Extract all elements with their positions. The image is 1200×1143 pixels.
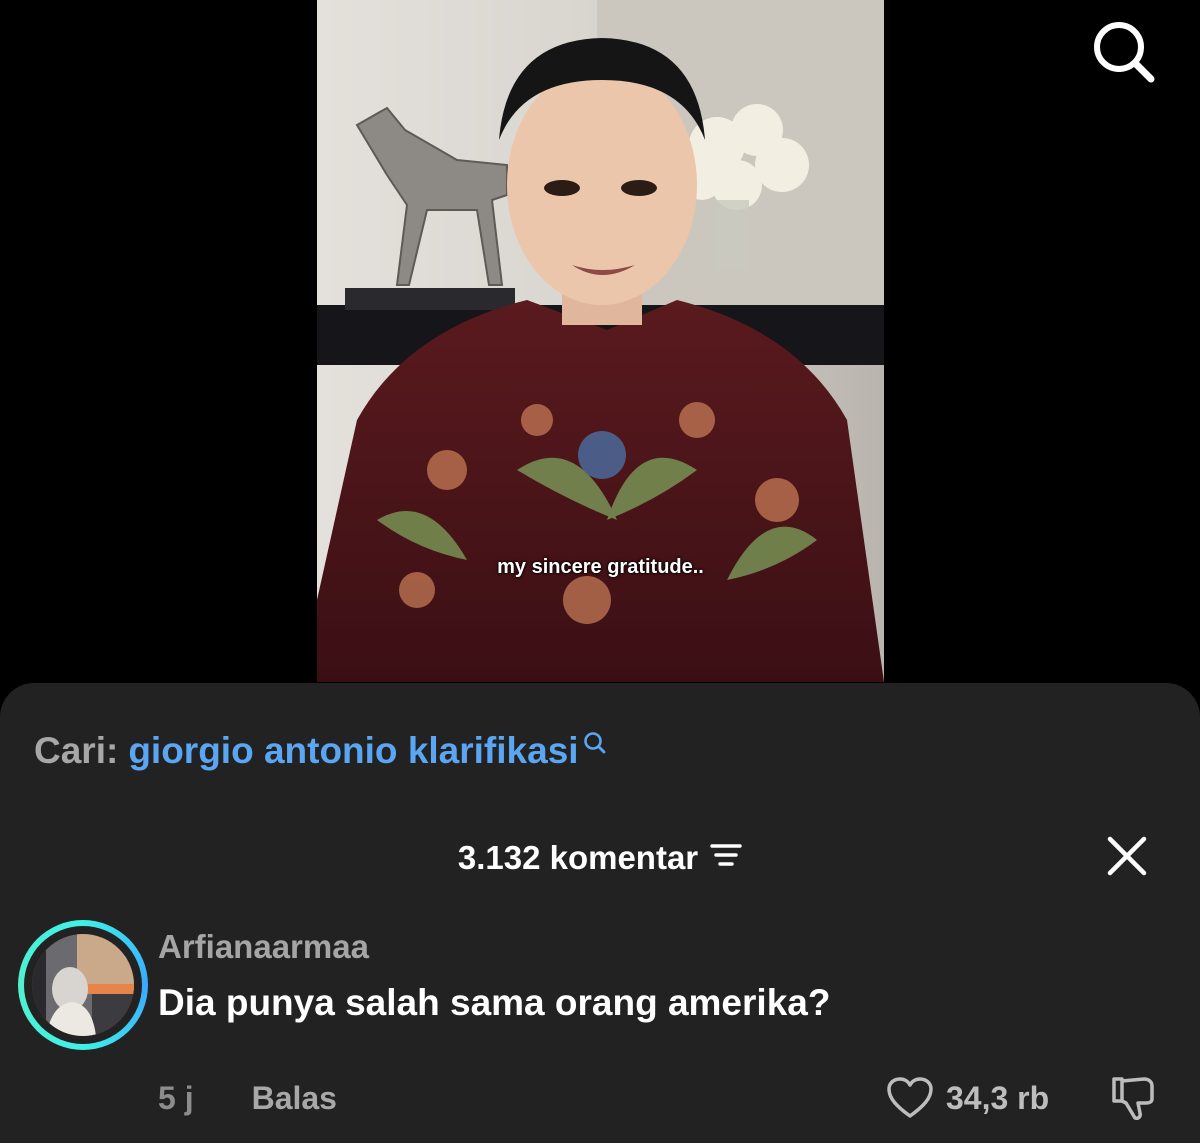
dislike-button[interactable] [1108,1075,1158,1121]
video-thumbnail [317,0,884,682]
avatar-image [32,934,134,1036]
close-icon [1107,836,1147,876]
comment-count: 3.132 komentar [457,839,699,876]
comment-meta: 5 j Balas [158,1080,337,1117]
search-button[interactable] [1088,16,1158,86]
filter-icon[interactable] [710,839,742,877]
search-icon [582,723,608,765]
search-suggestion-query[interactable]: giorgio antonio klarifikasi [128,730,578,772]
comment-text: Dia punya salah sama orang amerika? [158,982,831,1023]
like-count: 34,3 rb [946,1079,1050,1116]
avatar[interactable] [18,920,148,1050]
comments-header: 3.132 komentar [0,833,1200,883]
search-suggestion[interactable]: Cari: giorgio antonio klarifikasi [34,727,608,775]
heart-icon [887,1077,933,1118]
comment-username[interactable]: Arfianaarmaa [158,928,369,966]
search-icon [1094,22,1155,83]
video-frame[interactable]: my sincere gratitude.. [317,0,884,682]
video-area[interactable]: my sincere gratitude.. [0,0,1200,700]
comment-item: Arfianaarmaa Dia punya salah sama orang … [0,918,1200,1138]
reply-button[interactable]: Balas [252,1080,337,1117]
comments-sheet: Cari: giorgio antonio klarifikasi 3.132 … [0,683,1200,1143]
close-button[interactable] [1104,833,1150,879]
search-suggestion-label: Cari: [34,730,119,771]
comment-time: 5 j [158,1080,194,1116]
video-caption: my sincere gratitude.. [497,556,704,578]
dislike-icon [1112,1077,1154,1120]
like-button[interactable]: 34,3 rb [886,1075,1049,1121]
